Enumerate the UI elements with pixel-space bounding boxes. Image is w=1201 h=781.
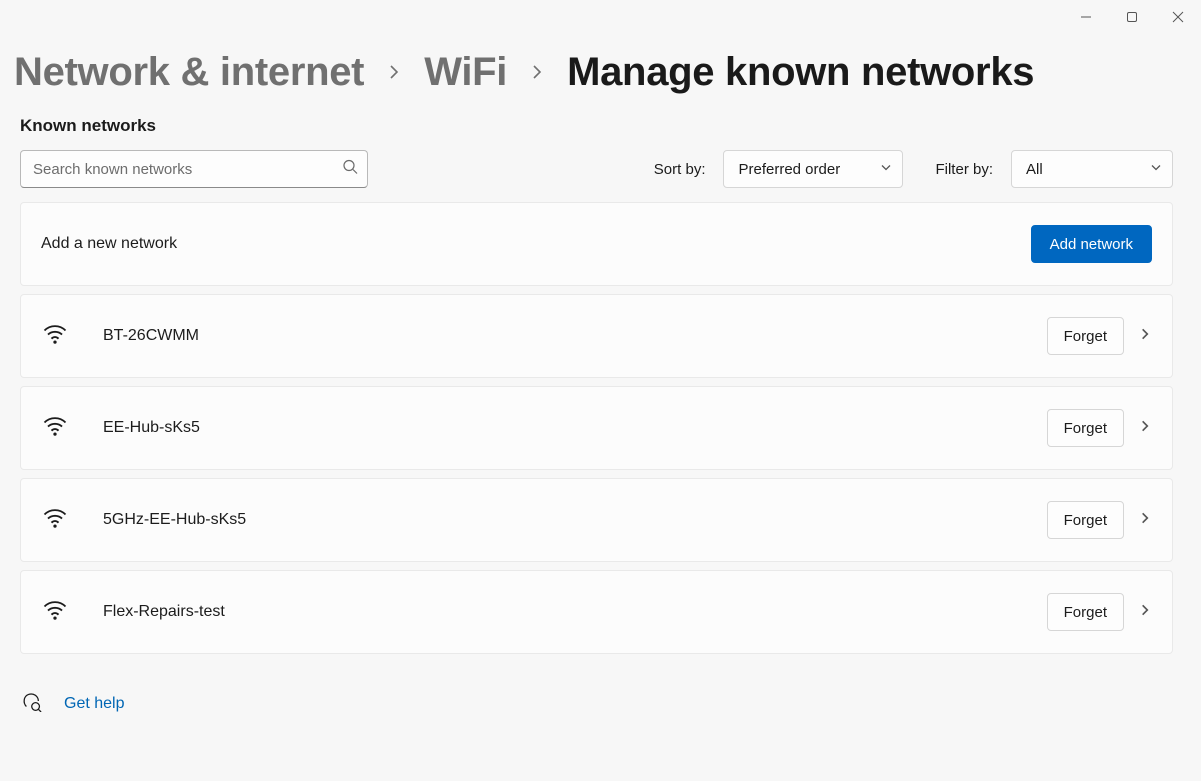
network-row-actions: Forget <box>1047 593 1152 631</box>
breadcrumb: Network & internet WiFi Manage known net… <box>0 32 1201 104</box>
search-icon <box>342 159 358 180</box>
help-row: Get help <box>0 662 1201 717</box>
breadcrumb-wifi[interactable]: WiFi <box>424 50 507 94</box>
window-titlebar <box>0 0 1201 32</box>
network-list: Add a new network Add network BT-26CWMM F… <box>0 198 1201 654</box>
forget-button[interactable]: Forget <box>1047 317 1124 355</box>
window-close-button[interactable] <box>1155 2 1201 32</box>
breadcrumb-network-internet[interactable]: Network & internet <box>14 50 364 94</box>
get-help-icon <box>20 690 42 717</box>
network-name: EE-Hub-sKs5 <box>103 419 200 437</box>
network-row[interactable]: BT-26CWMM Forget <box>20 294 1173 378</box>
network-row[interactable]: Flex-Repairs-test Forget <box>20 570 1173 654</box>
network-row-actions: Forget <box>1047 317 1152 355</box>
forget-button[interactable]: Forget <box>1047 501 1124 539</box>
filter-by-value: All <box>1026 161 1043 178</box>
chevron-right-icon[interactable] <box>1138 419 1152 438</box>
network-row[interactable]: EE-Hub-sKs5 Forget <box>20 386 1173 470</box>
wifi-icon <box>41 596 69 629</box>
sort-by-value: Preferred order <box>738 161 840 178</box>
get-help-link[interactable]: Get help <box>64 695 124 713</box>
chevron-down-icon <box>880 161 892 178</box>
chevron-down-icon <box>1150 161 1162 178</box>
minimize-icon <box>1080 11 1092 23</box>
sort-by-label: Sort by: <box>654 161 706 178</box>
forget-button[interactable]: Forget <box>1047 409 1124 447</box>
network-name: Flex-Repairs-test <box>103 603 225 621</box>
chevron-right-icon <box>529 64 545 80</box>
filter-by-label: Filter by: <box>935 161 993 178</box>
add-network-row: Add a new network Add network <box>20 202 1173 286</box>
search-field-wrap <box>20 150 368 188</box>
wifi-icon <box>41 504 69 537</box>
sort-by-dropdown[interactable]: Preferred order <box>723 150 903 188</box>
section-title: Known networks <box>0 104 1201 144</box>
network-row-actions: Forget <box>1047 501 1152 539</box>
wifi-icon <box>41 412 69 445</box>
add-network-button[interactable]: Add network <box>1031 225 1152 263</box>
wifi-icon <box>41 320 69 353</box>
chevron-right-icon[interactable] <box>1138 327 1152 346</box>
search-input[interactable] <box>20 150 368 188</box>
toolbar: Sort by: Preferred order Filter by: All <box>0 144 1201 198</box>
forget-button[interactable]: Forget <box>1047 593 1124 631</box>
network-name: 5GHz-EE-Hub-sKs5 <box>103 511 246 529</box>
filter-by-dropdown[interactable]: All <box>1011 150 1173 188</box>
network-row-actions: Forget <box>1047 409 1152 447</box>
network-row[interactable]: 5GHz-EE-Hub-sKs5 Forget <box>20 478 1173 562</box>
chevron-right-icon[interactable] <box>1138 511 1152 530</box>
close-icon <box>1172 11 1184 23</box>
window-maximize-button[interactable] <box>1109 2 1155 32</box>
window-minimize-button[interactable] <box>1063 2 1109 32</box>
chevron-right-icon[interactable] <box>1138 603 1152 622</box>
maximize-icon <box>1126 11 1138 23</box>
chevron-right-icon <box>386 64 402 80</box>
breadcrumb-current: Manage known networks <box>567 50 1034 94</box>
add-network-label: Add a new network <box>41 235 177 253</box>
network-name: BT-26CWMM <box>103 327 199 345</box>
